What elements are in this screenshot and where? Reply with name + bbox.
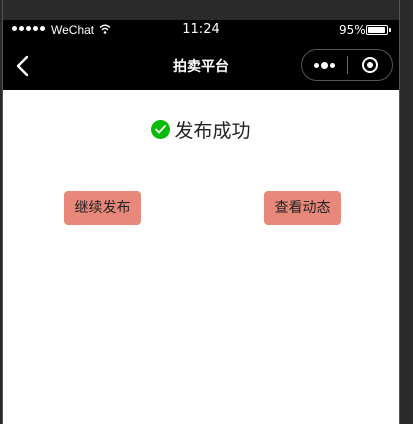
battery-icon xyxy=(366,25,391,35)
success-check-icon xyxy=(151,120,171,139)
miniprogram-capsule xyxy=(301,49,393,81)
success-message: 发布成功 xyxy=(3,116,399,143)
close-miniprogram-button[interactable] xyxy=(347,50,392,80)
battery-percent: 95% xyxy=(339,23,366,37)
top-bar: WeChat 11:24 95% 拍卖平台 xyxy=(3,0,399,90)
close-circle-icon xyxy=(361,57,378,73)
status-bar: WeChat 11:24 95% xyxy=(3,20,399,42)
more-menu-icon[interactable] xyxy=(302,50,347,80)
view-activity-button[interactable]: 查看动态 xyxy=(264,191,341,225)
continue-publish-button[interactable]: 继续发布 xyxy=(64,191,141,225)
success-text: 发布成功 xyxy=(174,120,251,142)
navigation-bar: 拍卖平台 xyxy=(3,42,399,90)
phone-frame: WeChat 11:24 95% 拍卖平台 发布成功 继续发布 查看动态 xyxy=(2,0,400,424)
